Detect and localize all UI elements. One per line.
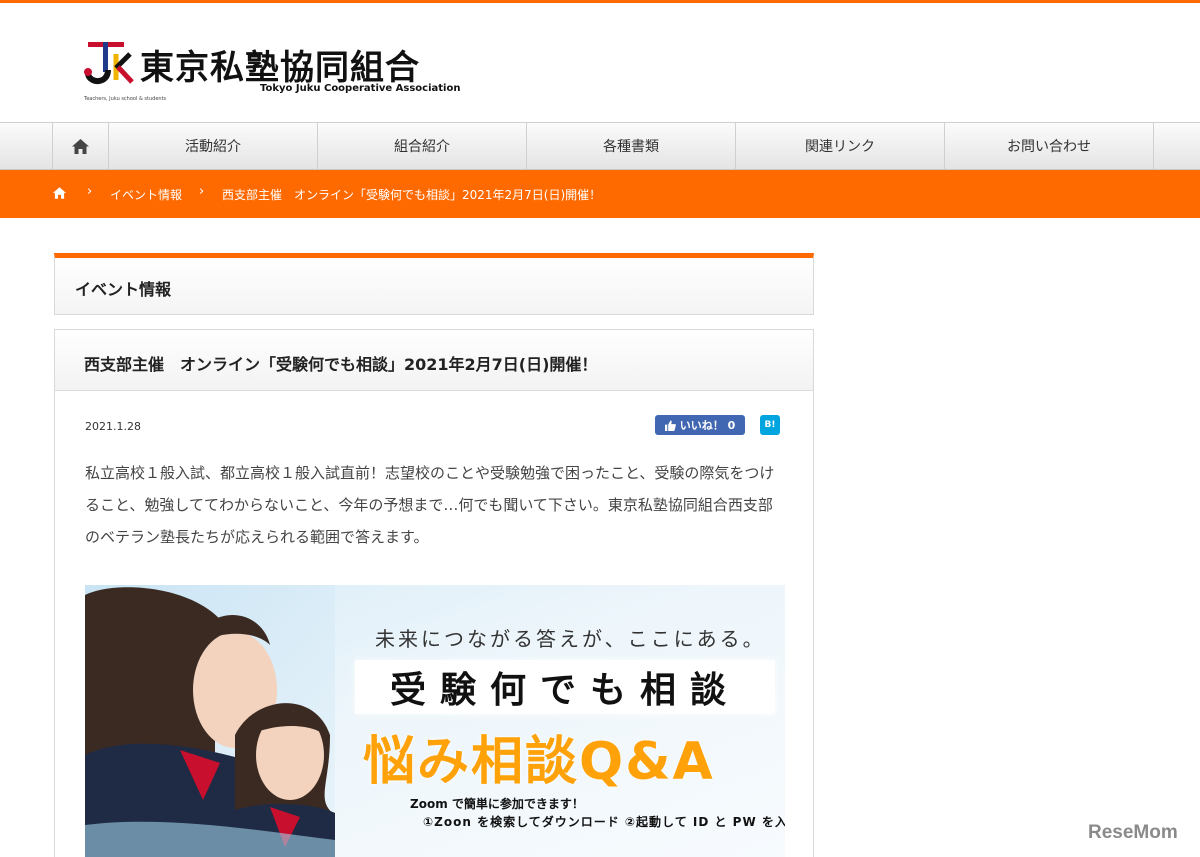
breadcrumb-home-icon[interactable] — [53, 187, 66, 199]
like-label: いいね！ 0 — [679, 419, 736, 432]
banner-tagline: 未来につながる答えが、ここにある。 — [375, 627, 766, 651]
students-photo-illustration — [85, 585, 335, 857]
event-banner-image: 未来につながる答えが、ここにある。 受験何でも相談 悩み相談Q&A Zoom で… — [85, 585, 785, 857]
logo-mark-icon — [84, 42, 134, 84]
nav-item-links[interactable]: 関連リンク — [735, 123, 944, 169]
logo-tagline: Teachers, Juku school & students — [84, 96, 167, 102]
global-nav: 活動紹介 組合紹介 各種書類 関連リンク お問い合わせ — [0, 122, 1200, 170]
article: 西支部主催 オンライン「受験何でも相談」2021年2月7日(日)開催！ 2021… — [54, 329, 814, 857]
site-logo[interactable]: 東京私塾協同組合 Tokyo Juku Cooperative Associat… — [82, 38, 460, 106]
breadcrumb: › イベント情報 › 西支部主催 オンライン「受験何でも相談」2021年2月7日… — [0, 170, 1200, 218]
nav-end-cap — [1153, 123, 1200, 169]
banner-steps: ①Zoon を検索してダウンロード ②起動して ID と PW を入力 — [423, 815, 785, 829]
hatena-bookmark-button[interactable]: B! — [760, 415, 780, 435]
post-date: 2021.1.28 — [85, 420, 141, 433]
banner-main-title: 受験何でも相談 — [355, 660, 775, 714]
thumbs-up-icon — [664, 419, 676, 431]
nav-item-about[interactable]: 組合紹介 — [317, 123, 526, 169]
banner-qa-title: 悩み相談Q&A — [363, 732, 715, 792]
article-header: 西支部主催 オンライン「受験何でも相談」2021年2月7日(日)開催！ — [55, 330, 813, 391]
category-title: イベント情報 — [75, 280, 172, 299]
breadcrumb-separator: › — [87, 184, 93, 199]
article-body: 私立高校１般入試、都立高校１般入試直前！志望校のことや受験勉強で困ったこと、受験… — [85, 464, 775, 546]
logo-subtitle-en: Tokyo Juku Cooperative Association — [260, 83, 461, 94]
facebook-like-button[interactable]: いいね！ 0 — [655, 415, 745, 435]
nav-item-contact[interactable]: お問い合わせ — [944, 123, 1153, 169]
breadcrumb-separator: › — [199, 184, 205, 199]
home-icon — [72, 138, 89, 154]
breadcrumb-item-category[interactable]: イベント情報 — [110, 186, 182, 203]
site-header: 東京私塾協同組合 Tokyo Juku Cooperative Associat… — [0, 3, 1200, 122]
nav-item-documents[interactable]: 各種書類 — [526, 123, 735, 169]
category-header: イベント情報 — [54, 253, 814, 315]
breadcrumb-item-current: 西支部主催 オンライン「受験何でも相談」2021年2月7日(日)開催！ — [222, 188, 602, 202]
logo-title: 東京私塾協同組合 — [140, 48, 420, 88]
nav-item-activities[interactable]: 活動紹介 — [108, 123, 317, 169]
nav-home[interactable] — [52, 123, 108, 169]
article-title: 西支部主催 オンライン「受験何でも相談」2021年2月7日(日)開催！ — [84, 355, 598, 374]
resemom-watermark: ReseMom — [1088, 822, 1178, 843]
banner-zoom-note: Zoom で簡単に参加できます！ — [410, 797, 584, 811]
